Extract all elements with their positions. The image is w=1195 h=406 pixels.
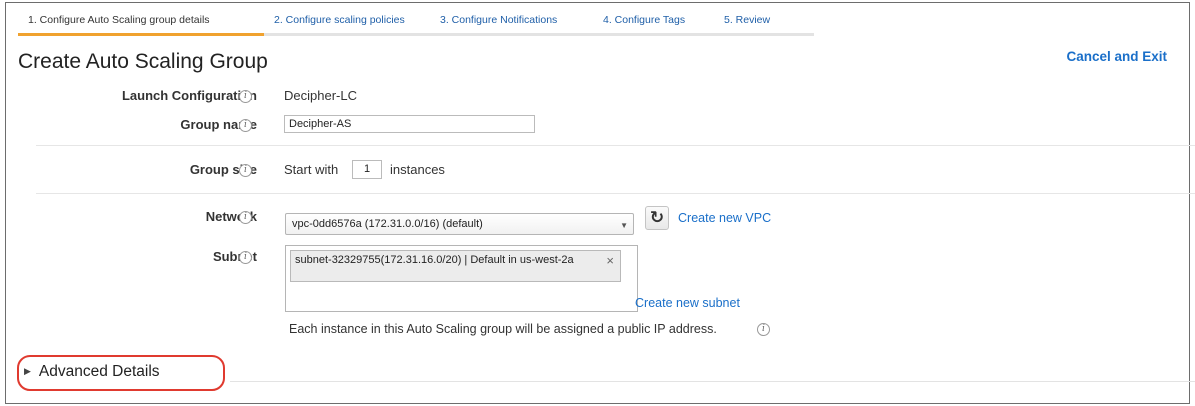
wizard-tabs: 1. Configure Auto Scaling group details … xyxy=(18,10,814,36)
group-name-info-icon[interactable]: i xyxy=(239,119,252,132)
launch-config-value: Decipher-LC xyxy=(284,88,357,103)
public-ip-info-icon[interactable]: i xyxy=(757,323,770,336)
subnet-chip-text: subnet-32329755(172.31.16.0/20) | Defaul… xyxy=(295,254,574,266)
subnet-chip: subnet-32329755(172.31.16.0/20) | Defaul… xyxy=(290,250,621,282)
group-size-info-icon[interactable]: i xyxy=(239,164,252,177)
launch-config-info-icon[interactable]: i xyxy=(239,90,252,103)
network-info-icon[interactable]: i xyxy=(239,211,252,224)
advanced-details-toggle[interactable]: ▶ Advanced Details xyxy=(24,363,160,381)
tab-review[interactable]: 5. Review xyxy=(714,10,814,36)
group-name-input[interactable]: Decipher-AS xyxy=(284,115,535,133)
create-new-subnet-link[interactable]: Create new subnet xyxy=(635,296,740,310)
refresh-icon[interactable]: ↻ xyxy=(645,206,669,230)
group-size-prefix: Start with xyxy=(284,162,339,177)
tab-configure-tags[interactable]: 4. Configure Tags xyxy=(593,10,714,36)
advanced-details-label: Advanced Details xyxy=(38,363,160,380)
launch-config-label: Launch Configuration xyxy=(121,88,257,103)
subnet-multiselect[interactable]: subnet-32329755(172.31.16.0/20) | Defaul… xyxy=(285,245,638,312)
page-title: Create Auto Scaling Group xyxy=(18,50,268,73)
tab-configure-scaling-policies[interactable]: 2. Configure scaling policies xyxy=(264,10,430,36)
network-selected-value: vpc-0dd6576a (172.31.0.0/16) (default) xyxy=(292,218,483,230)
close-icon[interactable]: × xyxy=(606,254,614,267)
public-ip-note: Each instance in this Auto Scaling group… xyxy=(289,322,717,336)
create-new-vpc-link[interactable]: Create new VPC xyxy=(678,211,771,225)
group-name-input-value: Decipher-AS xyxy=(289,118,352,130)
network-select[interactable]: vpc-0dd6576a (172.31.0.0/16) (default) ▼ xyxy=(285,213,634,235)
divider-1 xyxy=(36,145,1195,146)
caret-right-icon: ▶ xyxy=(24,366,31,376)
group-size-input[interactable]: 1 xyxy=(352,160,382,179)
subnet-info-icon[interactable]: i xyxy=(239,251,252,264)
tab-configure-notifications[interactable]: 3. Configure Notifications xyxy=(430,10,593,36)
cancel-and-exit-link[interactable]: Cancel and Exit xyxy=(1066,49,1167,64)
advanced-details-rule xyxy=(230,381,1195,382)
tab-configure-group-details[interactable]: 1. Configure Auto Scaling group details xyxy=(18,10,264,36)
group-size-input-value: 1 xyxy=(363,163,371,175)
group-size-suffix: instances xyxy=(390,162,445,177)
divider-2 xyxy=(36,193,1195,194)
chevron-down-icon: ▼ xyxy=(620,221,628,230)
